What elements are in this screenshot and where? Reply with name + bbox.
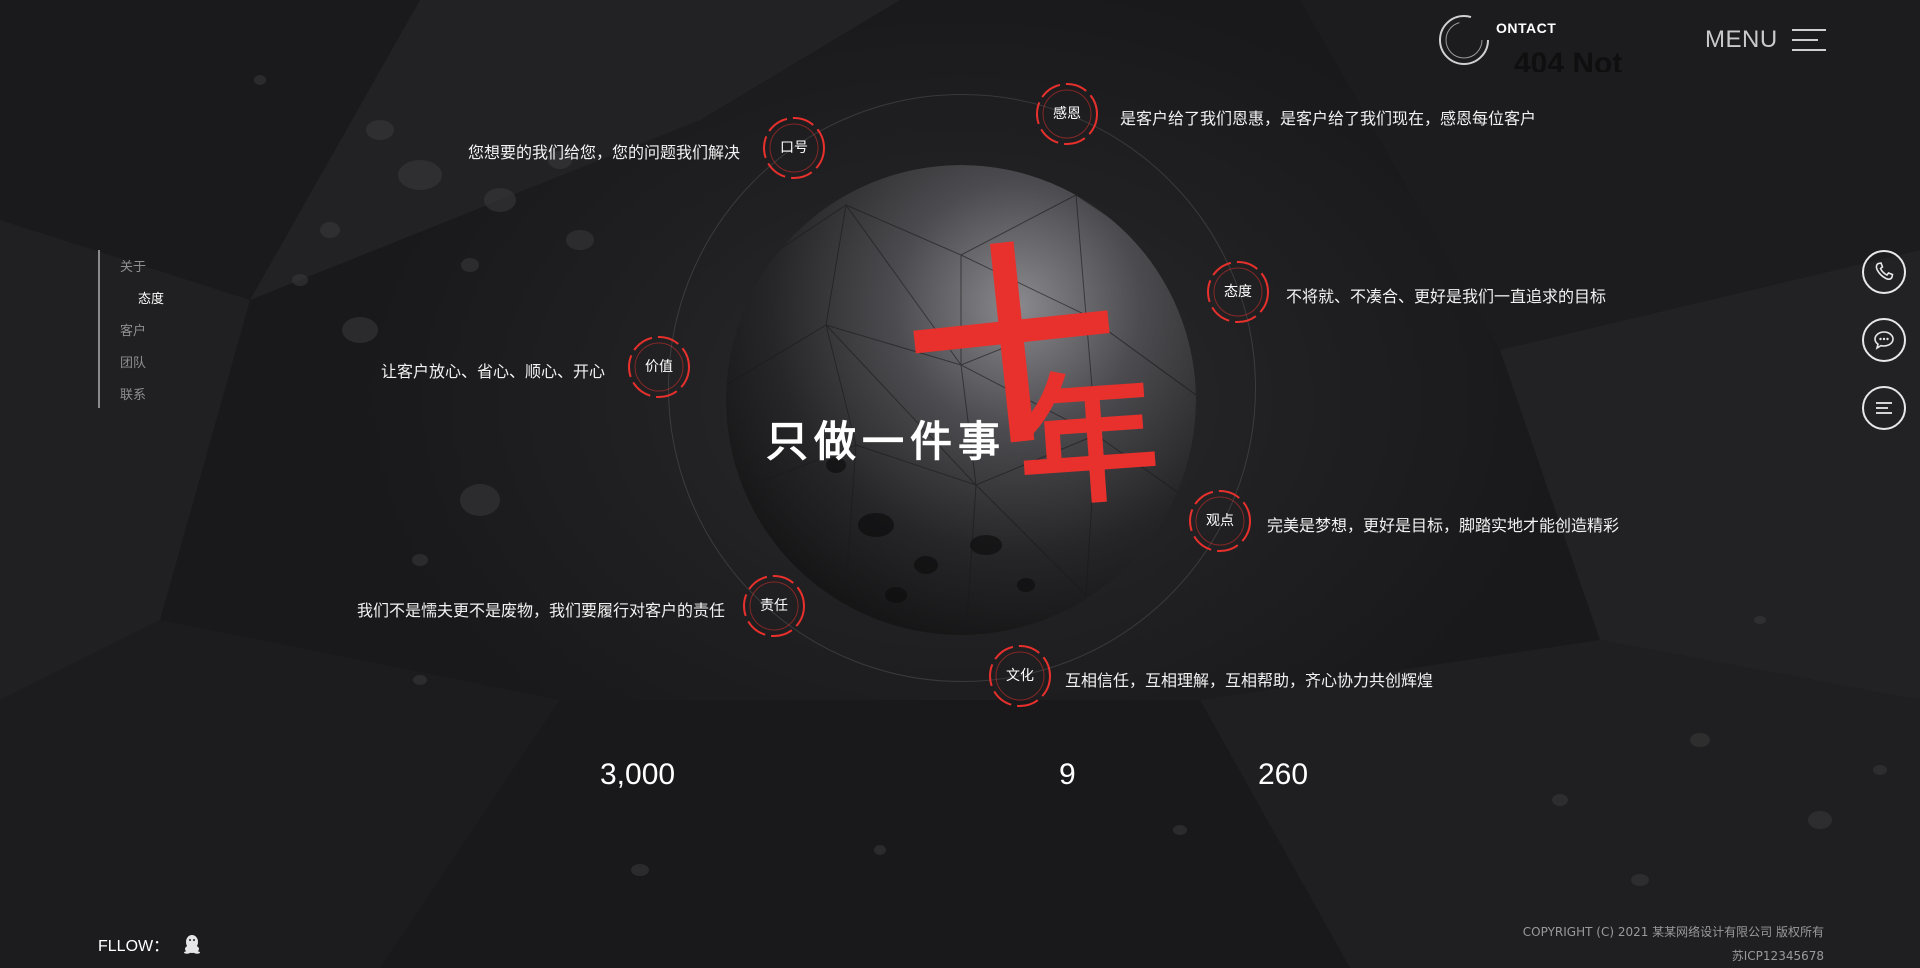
- hamburger-icon: [1791, 29, 1826, 51]
- hero-headline: 十 年: [910, 222, 1164, 512]
- topic-text-culture: 互相信任，互相理解，互相帮助，齐心协力共创辉煌: [1065, 671, 1434, 690]
- menu-label: MENU: [1705, 26, 1778, 53]
- list-menu-button[interactable]: [1862, 386, 1906, 430]
- topic-text-responsibility: 我们不是懦夫更不是废物，我们要履行对客户的责任: [356, 601, 725, 620]
- topic-text-viewpoint: 完美是梦想，更好是目标，脚踏实地才能创造精彩: [1267, 516, 1620, 535]
- menu-button[interactable]: MENU: [1705, 26, 1826, 54]
- section-nav-item-attitude[interactable]: 态度: [138, 288, 164, 307]
- section-nav-item-clients[interactable]: 客户: [120, 320, 146, 339]
- section-nav-item-contact[interactable]: 联系: [120, 384, 146, 403]
- topic-label: 态度: [1224, 284, 1252, 300]
- chat-icon: [1874, 331, 1894, 350]
- topic-node-gratitude[interactable]: 感恩: [1035, 82, 1099, 146]
- chat-button[interactable]: [1862, 318, 1906, 362]
- section-nav: 关于 态度 客户 团队 联系: [98, 250, 170, 408]
- section-nav-item-team[interactable]: 团队: [120, 352, 146, 371]
- phone-button[interactable]: [1862, 250, 1906, 294]
- topic-node-value[interactable]: 价值: [627, 335, 691, 399]
- contact-label: ONTACT: [1496, 20, 1557, 36]
- topic-node-culture[interactable]: 文化: [988, 644, 1052, 708]
- stat-value-1: 3,000: [600, 758, 676, 791]
- follow-bar: FLLOW：: [98, 932, 201, 956]
- topic-label: 责任: [760, 598, 788, 614]
- contact-broken-overlay: 404 Not: [1514, 47, 1623, 72]
- contact-button[interactable]: ONTACT 404 Not: [1436, 12, 1656, 72]
- qq-penguin-icon[interactable]: [183, 934, 201, 954]
- topic-label: 口号: [780, 140, 808, 156]
- copyright-block: COPYRIGHT (C) 2021 某某网络设计有限公司 版权所有 苏ICP1…: [1523, 920, 1824, 968]
- icp-number[interactable]: 苏ICP12345678: [1523, 944, 1824, 968]
- topic-label: 价值: [645, 359, 673, 375]
- section-nav-item-about[interactable]: 关于: [120, 256, 146, 275]
- topic-label: 文化: [1006, 668, 1034, 684]
- topic-label: 感恩: [1053, 106, 1081, 122]
- topic-node-responsibility[interactable]: 责任: [742, 574, 806, 638]
- follow-label: FLLOW：: [98, 938, 170, 955]
- topic-node-viewpoint[interactable]: 观点: [1188, 489, 1252, 553]
- phone-icon: [1875, 262, 1894, 281]
- topic-node-slogan[interactable]: 口号: [762, 116, 826, 180]
- topic-text-gratitude: 是客户给了我们恩惠，是客户给了我们现在，感恩每位客户: [1120, 109, 1537, 128]
- hero-headline-char-2: 年: [1012, 355, 1163, 512]
- topic-text-slogan: 您想要的我们给您，您的问题我们解决: [467, 143, 740, 162]
- stat-value-3: 260: [1258, 758, 1309, 791]
- copyright-text: COPYRIGHT (C) 2021 某某网络设计有限公司 版权所有: [1522, 925, 1824, 939]
- topic-text-attitude: 不将就、不凑合、更好是我们一直追求的目标: [1286, 287, 1607, 306]
- topic-node-attitude[interactable]: 态度: [1206, 260, 1270, 324]
- contact-ring-icon: [1436, 12, 1492, 68]
- topic-text-value: 让客户放心、省心、顺心、开心: [380, 362, 605, 381]
- menu-lines-icon: [1876, 402, 1892, 414]
- topic-label: 观点: [1206, 513, 1234, 529]
- stat-value-2: 9: [1059, 758, 1076, 791]
